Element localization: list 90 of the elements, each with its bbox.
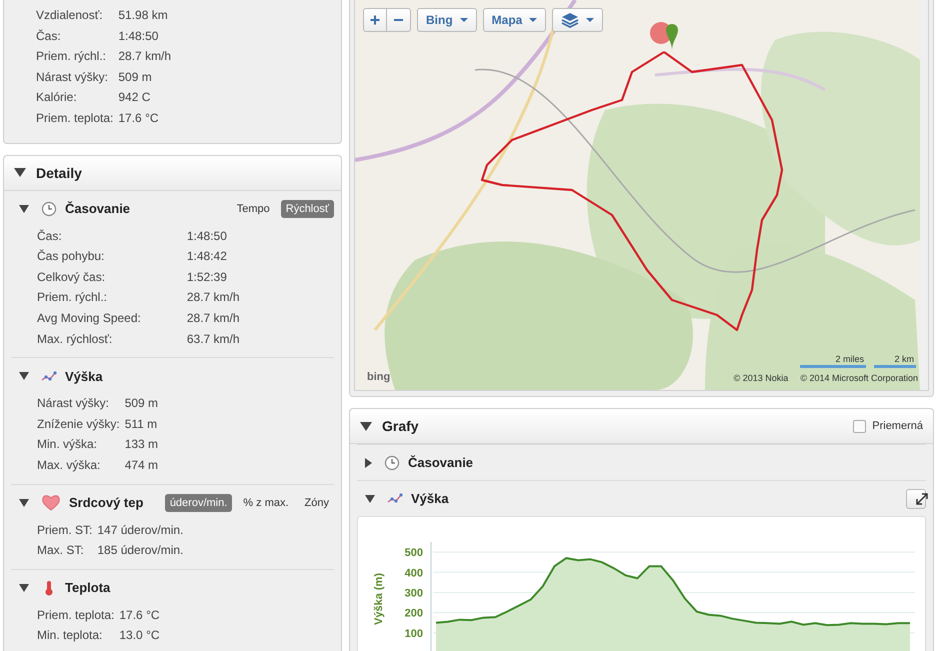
caret-icon (460, 18, 468, 22)
clock-icon (41, 200, 57, 217)
heart-icon (41, 494, 61, 511)
stat-label: Vzdialenosť: (36, 7, 104, 24)
section-title: Časovanie (65, 201, 130, 216)
map-attribution: © 2014 Microsoft Corporation (800, 373, 918, 383)
stat-label: Avg Moving Speed: (37, 310, 141, 327)
section-title: Časovanie (408, 455, 474, 470)
map-logo: bing (367, 371, 390, 383)
disclosure-triangle-icon[interactable] (19, 372, 29, 380)
stat-label: Min. výška: (37, 436, 98, 454)
layers-icon (561, 12, 580, 28)
stat-value: 509 m (124, 395, 158, 412)
line-chart-icon (41, 370, 57, 383)
checkbox[interactable] (853, 420, 866, 432)
axis-tick-label: 500 (404, 547, 423, 560)
expand-button[interactable] (906, 488, 926, 508)
zoom-out-button[interactable]: − (387, 8, 411, 32)
disclosure-triangle-icon[interactable] (19, 204, 29, 213)
stat-value: 17.6 °C (118, 110, 160, 127)
stat-value: 28.7 km/h (186, 310, 240, 327)
map-attribution: © 2013 Nokia (734, 373, 788, 383)
disclosure-triangle-icon[interactable] (19, 498, 29, 506)
stat-value: 185 úderov/min. (97, 542, 184, 560)
stat-label: Čas: (37, 228, 63, 245)
caret-icon (529, 18, 538, 22)
stat-value: 942 C (118, 89, 152, 106)
stat-label: Max. ST: (37, 542, 85, 560)
stat-label: Čas: (36, 28, 62, 45)
section-title: Srdcový tep (69, 495, 144, 510)
unit-toggle[interactable]: úderov/min. (164, 494, 232, 512)
disclosure-triangle-icon[interactable] (19, 584, 29, 592)
disclosure-triangle-icon[interactable] (365, 494, 375, 502)
stat-label: Max. rýchlosť: (37, 330, 114, 348)
section-title: Výška (411, 491, 449, 506)
stat-label: Zníženie výšky: (37, 416, 120, 433)
stat-value: 1:48:42 (186, 248, 228, 266)
section-title: Výška (65, 368, 103, 384)
stat-value: 28.7 km/h (118, 48, 172, 66)
stat-label: Priem. teplota: (37, 606, 114, 624)
clock-icon (384, 454, 400, 470)
axis-tick-label: 400 (404, 567, 423, 580)
stat-value: 51.98 km (118, 7, 169, 24)
scale-bar: 2 km (874, 354, 916, 368)
stat-value: 474 m (124, 456, 158, 474)
layers-button[interactable] (552, 8, 604, 32)
section-title: Teplota (65, 580, 110, 596)
stat-label: Nárast výšky: (36, 68, 110, 86)
stat-label: Priem. rýchl.: (37, 289, 108, 306)
stat-value: 511 m (124, 416, 158, 433)
stat-label: Max. výška: (37, 456, 102, 474)
disclosure-triangle-icon[interactable] (360, 422, 372, 430)
unit-toggle[interactable]: Zóny (300, 494, 334, 512)
stat-value: 63.7 km/h (186, 330, 240, 348)
stat-value: 147 úderov/min. (97, 522, 184, 538)
stat-value: 28.7 km/h (186, 289, 240, 306)
axis-tick-label: 100 (404, 628, 423, 640)
unit-toggle[interactable]: % z max. (238, 494, 294, 512)
panel-title: Detaily (36, 164, 82, 181)
stat-label: Nárast výšky: (37, 395, 110, 412)
stat-label: Celkový čas: (37, 268, 106, 286)
axis-tick-label: 200 (404, 608, 423, 620)
stat-value: 1:48:50 (186, 228, 228, 245)
map-dropdown[interactable]: Bing (417, 8, 477, 32)
panel-title: Grafy (382, 418, 419, 434)
stat-value: 13.0 °C (119, 627, 160, 644)
axis-title: Výška (m) (373, 573, 385, 625)
stat-label: Čas pohybu: (37, 248, 106, 266)
axis-tick-label: 300 (404, 587, 423, 600)
stat-value: 509 m (118, 68, 153, 86)
expand-icon (915, 492, 929, 506)
zoom-in-button[interactable]: + (363, 8, 387, 32)
stat-label: Priem. teplota: (36, 110, 114, 127)
disclosure-triangle-icon[interactable] (14, 168, 26, 178)
stat-value: 17.6 °C (119, 606, 160, 624)
unit-toggle[interactable]: Tempo (232, 200, 275, 218)
checkbox-label: Priemerná (872, 420, 923, 432)
stat-label: Priem. rýchl.: (36, 48, 108, 66)
stat-value: 1:48:50 (118, 28, 160, 45)
stat-label: Min. teplota: (37, 627, 104, 644)
stat-label: Priem. ST: (37, 522, 92, 538)
unit-toggle[interactable]: Rýchlosť (280, 200, 334, 218)
stat-label: Kalórie: (36, 89, 78, 106)
stat-value: 1:52:39 (186, 268, 228, 286)
stat-value: 133 m (124, 436, 158, 454)
disclosure-triangle-icon[interactable] (365, 458, 372, 468)
scale-bar: 2 miles (800, 354, 866, 368)
map-dropdown[interactable]: Mapa (482, 8, 546, 32)
caret-icon (586, 18, 594, 22)
line-chart-icon (387, 492, 403, 505)
